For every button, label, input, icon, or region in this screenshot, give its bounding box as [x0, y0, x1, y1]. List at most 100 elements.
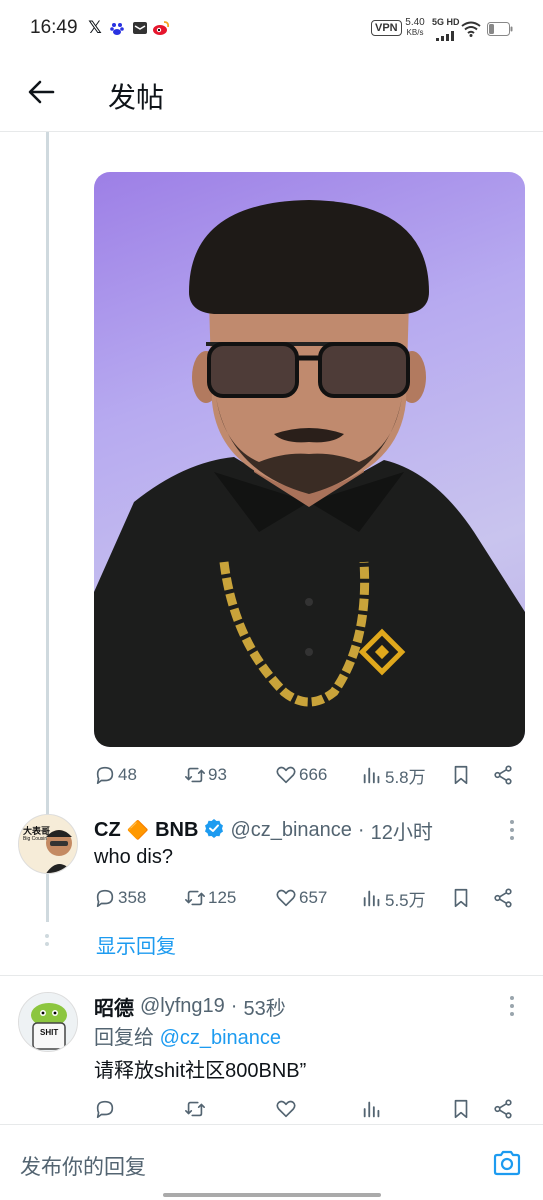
avatar-zhaode[interactable]: SHIT	[18, 992, 78, 1052]
signal-icon	[436, 28, 456, 46]
divider	[0, 975, 543, 976]
network-speed: 5.40 KB/s	[404, 18, 426, 38]
avatar-cz-text-2: Big Cousin	[23, 836, 48, 842]
status-bar: 16:49 𝕏 VPN 5.40 KB/s 5G HD	[0, 0, 543, 60]
reply-to-handle[interactable]: @cz_binance	[160, 1027, 281, 1049]
battery-icon	[487, 22, 513, 41]
repost-icon	[185, 1101, 205, 1117]
repost-count: 93	[208, 765, 227, 784]
network-type: 5G HD	[432, 17, 460, 27]
bookmark-icon	[454, 888, 468, 908]
avatar-cz[interactable]: 大表哥 Big Cousin	[18, 814, 78, 874]
author-name[interactable]: 昭德	[94, 992, 134, 1021]
reply-count: 358	[118, 888, 147, 907]
separator-dot: ·	[230, 995, 238, 1017]
bookmark-button[interactable]	[450, 1094, 474, 1124]
separator-dot: ·	[357, 819, 365, 841]
post-image-illustration	[94, 200, 525, 747]
reply-input-placeholder[interactable]: 发布你的回复	[20, 1151, 146, 1181]
avatar-zhaode-illustration	[19, 993, 77, 1051]
views-icon	[363, 767, 380, 784]
verified-badge-icon	[204, 818, 224, 843]
share-button[interactable]	[492, 760, 516, 790]
vpn-badge: VPN	[371, 20, 402, 36]
camera-icon[interactable]	[491, 1147, 523, 1184]
reply-zhaode-header: 昭德 @lyfng19 · 53秒	[94, 992, 286, 1021]
bookmark-icon	[454, 1099, 468, 1119]
share-icon	[494, 765, 512, 785]
reply-button[interactable]: 358	[94, 883, 146, 913]
reply-zhaode-actions	[0, 1094, 543, 1124]
reply-count: 48	[118, 765, 137, 784]
weibo-icon	[152, 20, 170, 36]
author-handle[interactable]: @lyfng19	[140, 995, 225, 1018]
more-options-icon[interactable]	[509, 996, 515, 1016]
like-button[interactable]: 657	[275, 883, 327, 913]
reply-icon	[96, 766, 114, 785]
share-icon	[494, 1099, 512, 1119]
wifi-icon	[461, 21, 481, 42]
baidu-icon	[108, 20, 126, 36]
author-handle[interactable]: @cz_binance	[230, 819, 351, 842]
arrow-left-icon[interactable]	[26, 76, 58, 108]
repost-icon	[185, 767, 205, 783]
like-count: 657	[299, 888, 328, 907]
share-button[interactable]	[492, 883, 516, 913]
like-button[interactable]	[275, 1094, 299, 1124]
bookmark-icon	[454, 765, 468, 785]
repost-button[interactable]	[184, 1094, 208, 1124]
share-button[interactable]	[492, 1094, 516, 1124]
reply-cz-actions: 358 125 657 5.5万	[0, 883, 543, 913]
bookmark-button[interactable]	[450, 760, 474, 790]
home-indicator[interactable]	[163, 1193, 381, 1197]
avatar-zhaode-text: SHIT	[40, 1028, 59, 1037]
heart-icon	[276, 889, 296, 907]
reply-cz-text: who dis?	[94, 846, 173, 868]
status-time: 16:49	[30, 17, 78, 38]
views-button[interactable]: 5.8万	[361, 760, 426, 790]
network-speed-unit: KB/s	[406, 28, 424, 37]
repost-button[interactable]: 93	[184, 760, 227, 790]
views-icon	[363, 890, 380, 907]
post-time[interactable]: 12小时	[371, 816, 433, 845]
share-icon	[494, 888, 512, 908]
reply-button[interactable]: 48	[94, 760, 137, 790]
network-speed-value: 5.40	[405, 17, 425, 28]
page-title: 发帖	[108, 81, 165, 114]
show-replies-link[interactable]: 显示回复	[96, 930, 176, 959]
post-time[interactable]: 53秒	[243, 992, 285, 1021]
orange-diamond-icon: 🔶	[126, 820, 150, 840]
views-count: 5.8万	[385, 767, 426, 787]
repost-count: 125	[208, 888, 237, 907]
x-icon: 𝕏	[88, 18, 102, 37]
author-name-suffix[interactable]: BNB	[155, 819, 198, 842]
reply-to-label: 回复给	[94, 1027, 154, 1049]
repost-icon	[185, 890, 205, 906]
page-header: 发帖	[0, 60, 543, 132]
reply-composer[interactable]: 发布你的回复	[0, 1124, 543, 1200]
reply-zhaode-text: 请释放shit社区800BNB”	[94, 1060, 307, 1082]
views-button[interactable]: 5.5万	[361, 883, 426, 913]
heart-icon	[276, 766, 296, 784]
like-count: 666	[299, 765, 328, 784]
reply-icon	[96, 1100, 114, 1119]
views-icon	[363, 1101, 380, 1118]
like-button[interactable]: 666	[275, 760, 327, 790]
post-image[interactable]	[94, 172, 525, 747]
views-button[interactable]	[361, 1094, 385, 1124]
reply-to-line: 回复给 @cz_binance	[94, 1021, 281, 1050]
mail-icon	[131, 20, 149, 36]
bookmark-button[interactable]	[450, 883, 474, 913]
views-count: 5.5万	[385, 890, 426, 910]
thread-line	[46, 132, 49, 922]
thread-dot	[45, 934, 49, 938]
more-options-icon[interactable]	[509, 820, 515, 840]
reply-cz-header: CZ 🔶 BNB @cz_binance · 12小时	[94, 816, 433, 845]
thread-dot	[45, 942, 49, 946]
reply-button[interactable]	[94, 1094, 118, 1124]
reply-icon	[96, 889, 114, 908]
repost-button[interactable]: 125	[184, 883, 236, 913]
author-name[interactable]: CZ	[94, 819, 121, 842]
heart-icon	[276, 1100, 296, 1118]
main-post-actions: 48 93 666 5.8万	[0, 760, 543, 790]
